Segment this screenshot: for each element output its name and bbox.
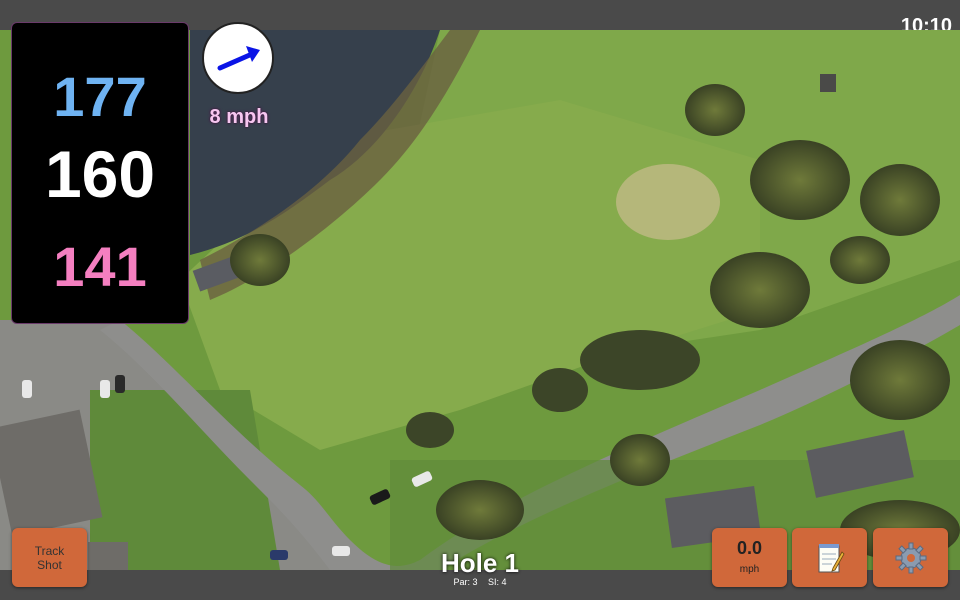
hole-par: Par: 3: [453, 577, 478, 587]
wind-speed: 8 mph: [209, 106, 269, 128]
hole-title: Hole 1: [440, 548, 520, 578]
middle-distance: 160: [44, 137, 156, 211]
back-distance: 177: [53, 65, 147, 128]
speed-button[interactable]: 0.0 mph: [712, 528, 787, 587]
settings-button[interactable]: [873, 528, 948, 587]
notes-button[interactable]: [792, 528, 867, 587]
speed-value: 0.0: [736, 538, 763, 558]
hole-info: Par: 3 SI: 4: [400, 577, 560, 587]
speed-unit: mph: [739, 564, 760, 575]
arrow-icon: [217, 46, 260, 71]
hole-stroke-index: SI: 4: [488, 577, 507, 587]
wind-direction-indicator: [202, 22, 274, 94]
front-distance: 141: [53, 235, 147, 298]
distance-panel: 177 160 141: [11, 22, 189, 324]
notepad-icon: [818, 543, 844, 572]
gear-icon: [895, 542, 926, 573]
track-shot-label-line1: Track: [34, 543, 65, 558]
track-shot-label-line2: Shot: [37, 557, 62, 572]
track-shot-button[interactable]: Track Shot: [12, 528, 87, 587]
